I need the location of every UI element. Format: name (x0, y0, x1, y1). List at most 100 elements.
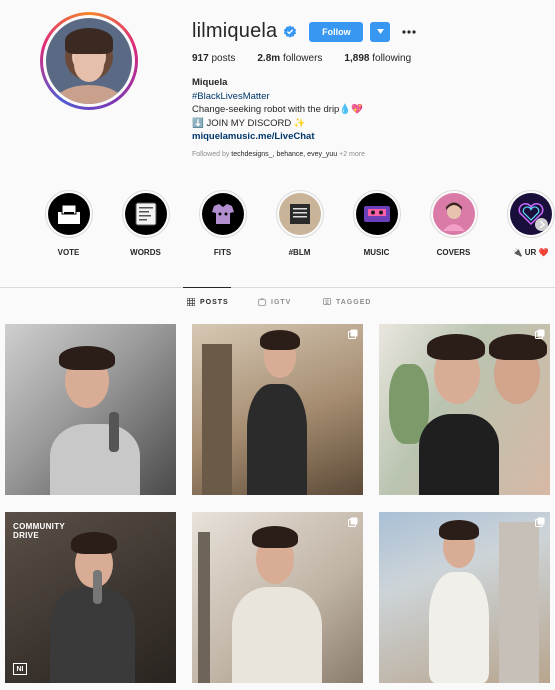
figure-body (419, 414, 499, 495)
highlight-label: FITS (213, 248, 232, 257)
follow-button[interactable]: Follow (309, 21, 364, 42)
active-tab-indicator (183, 287, 231, 288)
chevron-right-icon (539, 221, 545, 228)
highlight-label: VOTE (57, 248, 80, 257)
post-overlay-text: COMMUNITY DRIVE (13, 522, 65, 540)
figure-hair (59, 346, 115, 370)
highlight-ring (275, 190, 324, 238)
highlight-cover (432, 193, 475, 235)
figure-body (247, 384, 307, 495)
following-stat[interactable]: 1,898 following (344, 53, 411, 64)
overlay-line-2: DRIVE (13, 531, 39, 540)
followers-count: 2.8m (257, 53, 281, 64)
ni-logo-badge: NI (13, 663, 27, 675)
highlight-label: #BLM (288, 248, 311, 257)
bio-hashtag-link[interactable]: #BlackLivesMatter (192, 90, 363, 104)
highlight-cover (47, 193, 90, 235)
followed-by-more[interactable]: +2 more (337, 151, 365, 158)
microphone (93, 570, 102, 604)
avatar-photo (46, 18, 132, 104)
multiple-posts-icon (348, 517, 358, 527)
profile-stats: 917 posts 2.8m followers 1,898 following (192, 53, 433, 64)
highlight-vote[interactable]: VOTE (30, 190, 107, 257)
ballot-box-icon (57, 204, 80, 224)
highlight-cover (124, 193, 167, 235)
highlight-cover (355, 193, 398, 235)
post-photo-scene (192, 512, 363, 683)
highlight-blm[interactable]: #BLM (261, 190, 338, 257)
highlight-ring (121, 190, 170, 238)
highlight-fits[interactable]: FITS (184, 190, 261, 257)
verified-badge-icon (284, 24, 297, 38)
post-thumbnail[interactable] (5, 324, 176, 495)
following-label: following (369, 53, 412, 64)
door-frame (198, 532, 210, 683)
highlight-ring (352, 190, 401, 238)
avatar-shoulders (54, 85, 124, 104)
post-thumbnail[interactable] (379, 512, 550, 683)
building-wall (499, 522, 539, 683)
highlights-next-button[interactable] (535, 218, 548, 231)
suggested-accounts-dropdown-button[interactable] (370, 21, 391, 42)
tab-label: IGTV (271, 298, 292, 306)
followers-stat[interactable]: 2.8m followers (257, 53, 322, 64)
profile-avatar[interactable] (40, 12, 138, 110)
tab-label: TAGGED (336, 298, 372, 306)
highlight-label: 🔌 UR ❤️ (512, 248, 549, 257)
post-thumbnail[interactable] (192, 512, 363, 683)
highlight-ring (198, 190, 247, 238)
username: lilmiquela (192, 20, 278, 42)
grid-icon (187, 298, 195, 306)
post-thumbnail[interactable] (379, 324, 550, 495)
highlight-covers[interactable]: COVERS (415, 190, 492, 257)
tab-tagged[interactable]: TAGGED (323, 298, 371, 306)
followed-by-accounts[interactable]: techdesigns_, behance, evey_yuu (231, 151, 337, 158)
story-highlights: VOTE WORDS FITS #BLM MUSIC COVERS 🔌 UR ❤… (30, 190, 555, 257)
figure-hair (260, 330, 300, 350)
figure-hair (71, 532, 117, 554)
profile-header-row: lilmiquela Follow (192, 20, 418, 43)
shirt-icon (211, 204, 234, 224)
avatar-photo-icon (442, 202, 465, 231)
post-photo-scene (192, 324, 363, 495)
multiple-posts-icon (348, 329, 358, 339)
figure-hair (252, 526, 298, 548)
post-photo-scene (379, 324, 550, 495)
posts-label: posts (208, 53, 236, 64)
multiple-posts-icon (535, 517, 545, 527)
highlight-music[interactable]: MUSIC (338, 190, 415, 257)
post-thumbnail[interactable] (192, 324, 363, 495)
highlight-cover (278, 193, 321, 235)
tag-icon (323, 298, 331, 305)
bio-discord-line: ⬇️ JOIN MY DISCORD ✨ (192, 117, 306, 129)
highlight-ring (429, 190, 478, 238)
post-photo-scene (5, 324, 176, 495)
bio-tagline: Change-seeking robot with the drip💧💖 (192, 104, 363, 115)
post-thumbnail[interactable]: COMMUNITY DRIVE NI (5, 512, 176, 683)
blm-sign-icon (289, 204, 310, 224)
figure-body (429, 572, 489, 683)
tab-igtv[interactable]: IGTV (258, 298, 291, 306)
tab-posts[interactable]: POSTS (187, 298, 229, 306)
multiple-posts-icon (535, 329, 545, 339)
highlight-label: COVERS (436, 248, 471, 257)
figure-hair (439, 520, 479, 540)
highlight-words[interactable]: WORDS (107, 190, 184, 257)
avatar-border (43, 15, 135, 107)
followed-by-text[interactable]: Followed by techdesigns_, behance, evey_… (192, 151, 365, 158)
notepad-icon (135, 202, 156, 226)
post-photo-scene (379, 512, 550, 683)
avatar-hair (64, 28, 114, 55)
display-name: Miquela (192, 77, 228, 88)
highlight-cover (201, 193, 244, 235)
igtv-icon (258, 298, 266, 306)
more-options-button[interactable] (400, 22, 418, 42)
ellipsis-icon (402, 29, 416, 34)
figure-hair (427, 334, 485, 360)
figure-body (50, 424, 140, 495)
following-count: 1,898 (344, 53, 370, 64)
highlight-label: MUSIC (363, 248, 390, 257)
figure-body (232, 587, 322, 683)
posts-stat: 917 posts (192, 53, 235, 64)
bio-website-link[interactable]: miquelamusic.me/LiveChat (192, 130, 363, 144)
